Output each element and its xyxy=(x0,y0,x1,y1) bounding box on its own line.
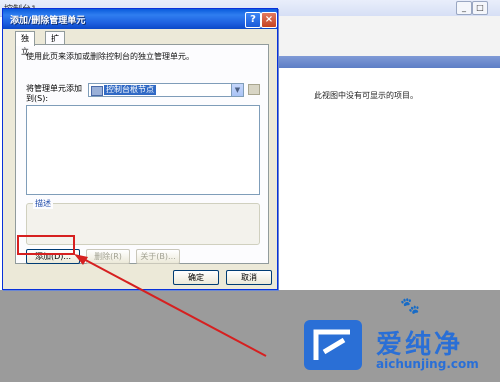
annotation-arrow-line xyxy=(77,255,267,357)
watermark-logo-icon xyxy=(304,320,362,370)
watermark-url: aichunjing.com xyxy=(376,357,479,371)
watermark-title: 爱纯净 xyxy=(376,330,464,360)
paw-watermark-icon: 🐾 xyxy=(400,296,420,315)
tab-standalone[interactable]: 独立 xyxy=(15,31,35,56)
annotation-arrowhead xyxy=(74,254,88,265)
